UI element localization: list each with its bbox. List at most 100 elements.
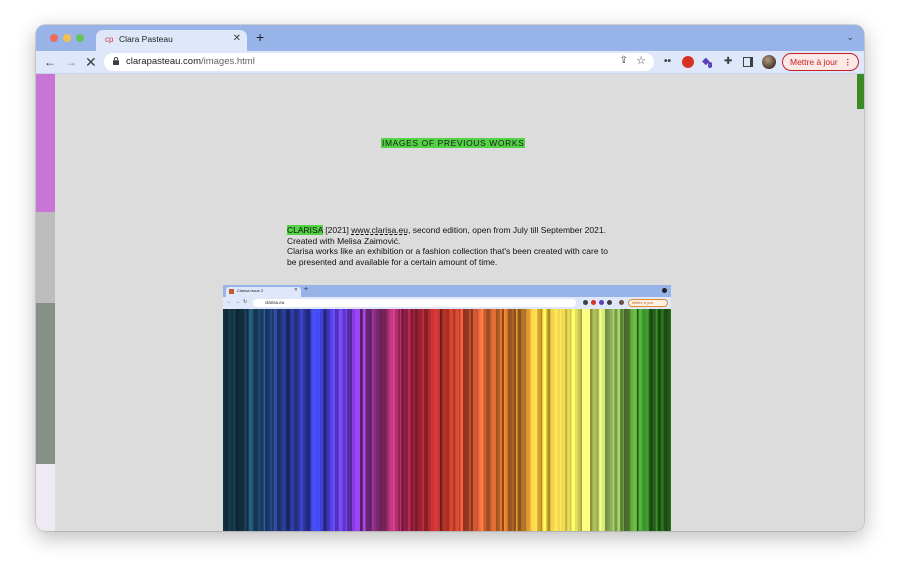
color-stripe [340, 309, 343, 531]
color-stripe [626, 309, 630, 531]
color-stripe [265, 309, 268, 531]
color-stripe [604, 309, 608, 531]
color-stripe [267, 309, 271, 531]
color-stripe [235, 309, 239, 531]
work-body: Clarisa works like an exhibition or a fa… [287, 246, 609, 267]
screenshot-back-icon: ← [227, 299, 232, 305]
color-stripe [316, 309, 321, 531]
extension-ublock-icon[interactable] [682, 56, 694, 68]
color-stripe [323, 309, 327, 531]
work-description: CLARISA [2021] www.clarisa.eu, second ed… [287, 225, 617, 267]
browser-window: cp Clara Pasteau ✕ + ⌄ ← → ✕ clarapastea… [36, 25, 864, 531]
address-bar[interactable]: clarapasteau.com/images.html ⇪ ☆ [104, 53, 654, 71]
star-icon[interactable]: ☆ [636, 54, 646, 67]
close-window-button[interactable] [50, 34, 58, 42]
color-stripe [392, 309, 396, 531]
color-stripe [282, 309, 287, 531]
color-stripe [499, 309, 503, 531]
zoom-window-button[interactable] [76, 34, 84, 42]
color-stripe [407, 309, 411, 531]
color-stripe [238, 309, 242, 531]
color-stripe [612, 309, 615, 531]
side-panel-icon[interactable] [743, 57, 753, 67]
color-stripe [507, 309, 512, 531]
url-text: clarapasteau.com/images.html [126, 56, 255, 67]
color-stripe [502, 309, 505, 531]
minimize-window-button[interactable] [63, 34, 71, 42]
screenshot-extension-icon [599, 300, 604, 305]
tab-clara-pasteau[interactable]: cp Clara Pasteau ✕ [96, 30, 247, 51]
screenshot-tab-title: Clarisa issue 2 [237, 288, 264, 293]
work-tag: CLARISA [287, 225, 323, 235]
screenshot-forward-icon: → [235, 299, 240, 305]
color-stripe [390, 309, 394, 531]
forward-arrow-icon[interactable]: → [65, 54, 77, 70]
color-stripe [230, 309, 234, 531]
color-stripe [511, 309, 515, 531]
color-stripe [657, 309, 661, 531]
color-stripe [599, 309, 602, 531]
color-stripe [442, 309, 447, 531]
color-stripe [276, 309, 280, 531]
stop-loading-icon[interactable]: ✕ [85, 54, 97, 70]
color-stripe [483, 309, 487, 531]
work-link[interactable]: www.clarisa.eu [351, 225, 408, 235]
screenshot-close-icon: ✕ [293, 287, 298, 293]
work-info: , second edition, open from July till Se… [407, 225, 606, 235]
color-stripe [355, 309, 359, 531]
screenshot-extension-icon [607, 300, 612, 305]
color-stripe [667, 309, 671, 531]
right-accent-bar [857, 74, 864, 109]
color-stripe [462, 309, 467, 531]
color-stripe [362, 309, 366, 531]
extension-badge-icon[interactable]: ◆ · [702, 55, 712, 69]
sidebar-color-block [36, 303, 55, 464]
chevron-down-icon[interactable]: ⌄ [846, 32, 854, 43]
color-stripe [376, 309, 381, 531]
color-stripe [649, 309, 654, 531]
color-stripe [660, 309, 665, 531]
color-stripe [630, 309, 634, 531]
color-stripe [223, 309, 226, 531]
puzzle-icon[interactable]: ✚ [724, 55, 732, 69]
screenshot-extension-icon [591, 300, 596, 305]
color-stripe [436, 309, 441, 531]
new-tab-button[interactable]: + [256, 29, 264, 45]
color-stripe [623, 309, 627, 531]
color-stripe [312, 309, 317, 531]
tab-bar: cp Clara Pasteau ✕ + ⌄ [36, 25, 864, 51]
tab-title: Clara Pasteau [119, 34, 173, 44]
color-stripe [434, 309, 438, 531]
share-icon[interactable]: ⇪ [620, 55, 628, 66]
color-stripe [424, 309, 429, 531]
back-arrow-icon[interactable]: ← [44, 54, 56, 70]
update-button[interactable]: Mettre à jour ⋮ [782, 53, 859, 71]
color-stripe [590, 309, 593, 531]
work-credit: Created with Melisa Zaimović. [287, 235, 401, 246]
color-stripe [526, 309, 530, 531]
extension-badge-count: · [708, 62, 712, 68]
color-stripe [587, 309, 591, 531]
color-stripe [455, 309, 460, 531]
tab-close-icon[interactable]: ✕ [233, 33, 241, 44]
color-stripe [302, 309, 306, 531]
screenshot-menu-icon [662, 288, 667, 293]
color-stripe [517, 309, 522, 531]
color-stripe [601, 309, 606, 531]
screenshot-favicon [229, 289, 234, 294]
avatar[interactable] [762, 55, 776, 69]
extension-eyes-icon[interactable]: •• [664, 55, 671, 69]
screenshot-tab-bar: Clarisa issue 2 ✕ + [223, 285, 671, 297]
color-stripe [620, 309, 624, 531]
color-stripe [607, 309, 611, 531]
sidebar-color-block [36, 74, 55, 212]
screenshot-tab: Clarisa issue 2 ✕ [226, 287, 301, 297]
color-stripe [472, 309, 478, 531]
color-stripe [414, 309, 419, 531]
page-viewport: IMAGES OF PREVIOUS WORKS CLARISA [2021] … [36, 74, 864, 531]
tab-favicon: cp [105, 35, 114, 44]
color-stripe [596, 309, 599, 531]
color-stripe [655, 309, 659, 531]
lock-icon [113, 57, 119, 65]
color-stripe [652, 309, 657, 531]
